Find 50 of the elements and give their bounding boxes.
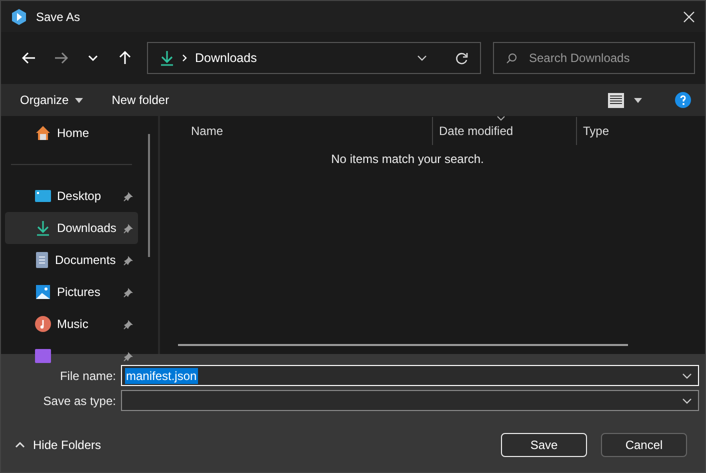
- dropdown-chevron-icon[interactable]: [682, 372, 692, 378]
- empty-message: No items match your search.: [331, 152, 484, 166]
- app-icon: [11, 8, 27, 24]
- close-icon[interactable]: [683, 10, 695, 22]
- toolbar-button[interactable]: New folder: [112, 93, 170, 107]
- column-header[interactable]: Type: [576, 117, 696, 145]
- hide-folders-button[interactable]: Hide Folders: [15, 438, 102, 452]
- sidebar-item[interactable]: Desktop: [5, 180, 138, 212]
- breadcrumb-item[interactable]: Downloads: [195, 51, 409, 65]
- search-field[interactable]: Search Downloads: [493, 42, 695, 74]
- download-icon: [160, 50, 174, 66]
- download-icon: [35, 220, 51, 236]
- refresh-icon[interactable]: [455, 52, 468, 64]
- field-label: File name:: [58, 368, 117, 382]
- address-bar[interactable]: Downloads: [147, 42, 481, 74]
- sidebar-item[interactable]: Downloads: [5, 212, 138, 244]
- video-icon: [35, 349, 51, 363]
- house-icon: [35, 125, 51, 141]
- file-name-field[interactable]: manifest.json: [121, 365, 699, 386]
- window-title: Save As: [36, 10, 82, 24]
- view-options-caret-icon[interactable]: [634, 98, 642, 102]
- chevron-right-icon: [182, 54, 187, 62]
- arrow-left-icon: [22, 52, 36, 64]
- sidebar-item[interactable]: Pictures: [5, 276, 138, 308]
- horizontal-scrollbar-thumb[interactable]: [178, 344, 628, 346]
- arrow-right-icon: [54, 52, 68, 64]
- scrollbar-thumb[interactable]: [148, 134, 150, 257]
- document-icon: [35, 252, 49, 268]
- caret-icon: [74, 98, 83, 102]
- list-view-icon[interactable]: [608, 92, 624, 108]
- chevron-down-icon: [88, 55, 98, 61]
- cancel-button[interactable]: Cancel: [601, 433, 687, 457]
- sidebar-item[interactable]: Music: [5, 308, 138, 340]
- sidebar-item[interactable]: Documents: [5, 244, 138, 276]
- arrow-up-icon: [119, 51, 131, 65]
- file-type-dropdown[interactable]: [121, 390, 699, 411]
- field-label: Save as type:: [42, 394, 117, 408]
- search-icon: [506, 52, 517, 64]
- chevron-up-icon: [15, 442, 25, 448]
- picture-icon: [35, 284, 51, 300]
- column-header[interactable]: Name: [160, 117, 432, 145]
- desktop-icon: [35, 189, 51, 203]
- dropdown-chevron-icon[interactable]: [682, 398, 692, 404]
- toolbar-button[interactable]: Organize: [20, 93, 83, 107]
- column-header[interactable]: Date modified: [432, 117, 576, 145]
- save-button[interactable]: Save: [501, 433, 587, 457]
- help-icon[interactable]: [675, 92, 691, 108]
- sidebar-item[interactable]: Home: [5, 117, 138, 149]
- music-note-icon: [35, 316, 51, 332]
- dropdown-chevron-icon[interactable]: [417, 55, 427, 61]
